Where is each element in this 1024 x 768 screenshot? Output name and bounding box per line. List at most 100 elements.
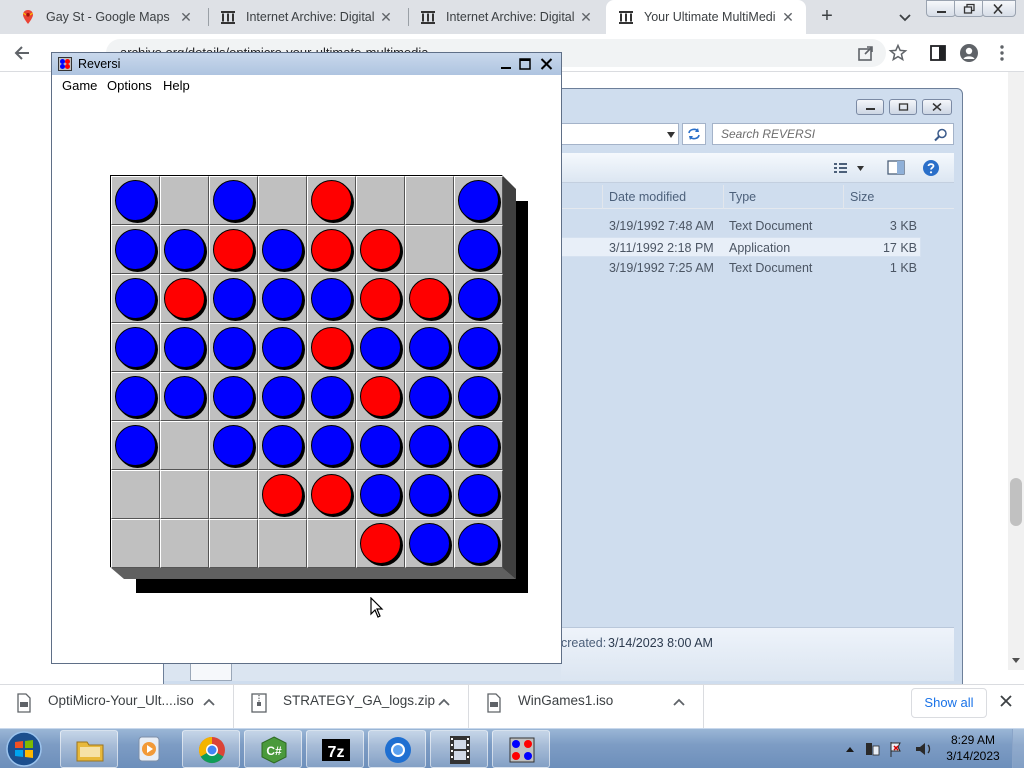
- board-square[interactable]: [454, 176, 503, 225]
- maximize-button[interactable]: [889, 99, 917, 115]
- close-icon[interactable]: ✕: [780, 9, 796, 25]
- board-square[interactable]: [258, 323, 307, 372]
- board-square[interactable]: [454, 519, 503, 568]
- board-square[interactable]: [307, 323, 356, 372]
- board-square[interactable]: [258, 519, 307, 568]
- show-all-button[interactable]: Show all: [911, 688, 987, 718]
- board-square[interactable]: [258, 421, 307, 470]
- board-square[interactable]: [454, 323, 503, 372]
- minimize-button[interactable]: [856, 99, 884, 115]
- board-square[interactable]: [307, 421, 356, 470]
- board-square[interactable]: [454, 225, 503, 274]
- tab-google-maps[interactable]: Gay St - Google Maps ✕: [8, 0, 204, 34]
- file-row[interactable]: 3/19/1992 7:25 AM Text Document 1 KB: [561, 258, 921, 278]
- taskbar-explorer[interactable]: [60, 730, 118, 768]
- board-square[interactable]: [356, 225, 405, 274]
- column-date-modified[interactable]: Date modified: [609, 190, 686, 204]
- tab-your-ultimate-multimedia[interactable]: Your Ultimate MultiMedia ✕: [606, 0, 806, 34]
- show-desktop-button[interactable]: [1012, 729, 1024, 768]
- start-button-orb-icon[interactable]: [4, 730, 44, 768]
- board-square[interactable]: [405, 225, 454, 274]
- board-square[interactable]: [307, 470, 356, 519]
- restore-button[interactable]: [954, 0, 984, 17]
- board-square[interactable]: [209, 323, 258, 372]
- menu-game[interactable]: Game: [62, 78, 97, 93]
- board-square[interactable]: [307, 519, 356, 568]
- reversi-board[interactable]: [110, 175, 503, 568]
- board-square[interactable]: [111, 372, 160, 421]
- board-square[interactable]: [454, 470, 503, 519]
- board-square[interactable]: [356, 323, 405, 372]
- chevron-up-icon[interactable]: [437, 695, 451, 709]
- explorer-search-input[interactable]: Search REVERSI: [712, 123, 954, 145]
- star-icon[interactable]: [888, 43, 908, 63]
- board-square[interactable]: [258, 470, 307, 519]
- board-square[interactable]: [209, 421, 258, 470]
- board-square[interactable]: [160, 421, 209, 470]
- board-square[interactable]: [209, 372, 258, 421]
- close-window-button[interactable]: [982, 0, 1016, 17]
- board-square[interactable]: [258, 274, 307, 323]
- board-square[interactable]: [454, 274, 503, 323]
- board-square[interactable]: [160, 372, 209, 421]
- help-icon[interactable]: [922, 159, 940, 177]
- board-square[interactable]: [111, 470, 160, 519]
- close-icon[interactable]: ✕: [578, 9, 594, 25]
- download-item[interactable]: STRATEGY_GA_logs.zip: [235, 685, 469, 729]
- board-square[interactable]: [160, 274, 209, 323]
- close-icon[interactable]: [538, 56, 555, 72]
- chevron-down-icon[interactable]: [666, 131, 676, 139]
- preview-pane-icon[interactable]: [887, 160, 905, 175]
- chevron-up-icon[interactable]: [202, 695, 216, 709]
- board-square[interactable]: [111, 176, 160, 225]
- taskbar-chrome[interactable]: [182, 730, 240, 768]
- close-icon[interactable]: ✕: [378, 9, 394, 25]
- taskbar-csharp-app[interactable]: C#: [244, 730, 302, 768]
- board-square[interactable]: [356, 421, 405, 470]
- view-options-icon[interactable]: [833, 161, 865, 175]
- board-square[interactable]: [405, 274, 454, 323]
- board-square[interactable]: [405, 519, 454, 568]
- menu-help[interactable]: Help: [163, 78, 190, 93]
- board-square[interactable]: [160, 225, 209, 274]
- close-icon[interactable]: [998, 693, 1014, 709]
- close-window-button[interactable]: [922, 99, 952, 115]
- taskbar-reversi[interactable]: [492, 730, 550, 768]
- board-square[interactable]: [454, 421, 503, 470]
- tab-internet-archive-1[interactable]: Internet Archive: Digital L ✕: [208, 0, 404, 34]
- volume-icon[interactable]: [916, 743, 931, 755]
- board-square[interactable]: [209, 176, 258, 225]
- board-square[interactable]: [160, 323, 209, 372]
- system-clock[interactable]: 8:29 AM 3/14/2023: [938, 732, 1008, 764]
- show-hidden-icons-icon[interactable]: [846, 747, 854, 752]
- board-square[interactable]: [307, 274, 356, 323]
- taskbar-chrome-canary[interactable]: [368, 730, 426, 768]
- board-square[interactable]: [405, 323, 454, 372]
- scrollbar-thumb[interactable]: [1010, 478, 1022, 526]
- board-square[interactable]: [405, 421, 454, 470]
- download-item[interactable]: WinGames1.iso: [470, 685, 704, 729]
- board-square[interactable]: [356, 470, 405, 519]
- column-size[interactable]: Size: [850, 190, 874, 204]
- board-square[interactable]: [209, 274, 258, 323]
- file-row[interactable]: 3/11/1992 2:18 PM Application 17 KB: [561, 237, 921, 257]
- side-panel-icon[interactable]: [928, 43, 948, 63]
- board-square[interactable]: [111, 274, 160, 323]
- board-square[interactable]: [258, 225, 307, 274]
- board-square[interactable]: [258, 372, 307, 421]
- board-square[interactable]: [356, 519, 405, 568]
- board-square[interactable]: [160, 519, 209, 568]
- board-square[interactable]: [356, 176, 405, 225]
- taskbar-video-app[interactable]: [430, 730, 488, 768]
- tab-internet-archive-2[interactable]: Internet Archive: Digital L ✕: [408, 0, 604, 34]
- action-center-flag-icon[interactable]: [890, 742, 901, 757]
- board-square[interactable]: [111, 323, 160, 372]
- board-square[interactable]: [454, 372, 503, 421]
- minimize-button[interactable]: [926, 0, 956, 17]
- reversi-title-bar[interactable]: Reversi: [52, 53, 561, 75]
- chevron-up-icon[interactable]: [672, 695, 686, 709]
- menu-options[interactable]: Options: [107, 78, 152, 93]
- search-icon[interactable]: [934, 128, 948, 142]
- close-icon[interactable]: ✕: [178, 9, 194, 25]
- network-icon[interactable]: [866, 743, 880, 756]
